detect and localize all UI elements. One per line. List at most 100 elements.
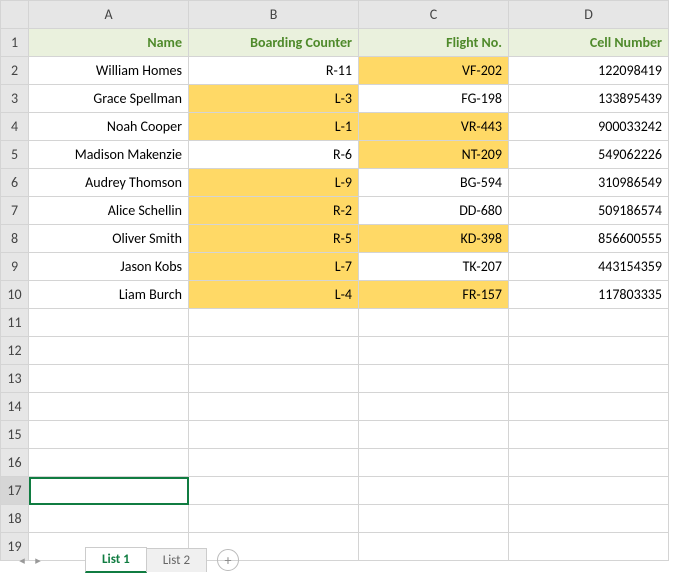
cell-flight[interactable]: VR-443	[359, 113, 509, 141]
empty-cell[interactable]	[29, 365, 189, 393]
column-header-c[interactable]: C	[359, 1, 509, 29]
empty-cell[interactable]	[29, 337, 189, 365]
cell-cell[interactable]: 549062226	[509, 141, 669, 169]
cell-cell[interactable]: 310986549	[509, 169, 669, 197]
cell-name[interactable]: William Homes	[29, 57, 189, 85]
cell-counter[interactable]: L-4	[189, 281, 359, 309]
cell-counter[interactable]: L-7	[189, 253, 359, 281]
cell-counter[interactable]: R-6	[189, 141, 359, 169]
empty-cell[interactable]	[189, 421, 359, 449]
column-header-a[interactable]: A	[29, 1, 189, 29]
empty-cell[interactable]	[189, 365, 359, 393]
empty-cell[interactable]	[359, 533, 509, 561]
cell-flight[interactable]: VF-202	[359, 57, 509, 85]
empty-cell[interactable]	[189, 477, 359, 505]
nav-prev-icon[interactable]: ◂	[14, 552, 30, 568]
empty-cell[interactable]	[189, 337, 359, 365]
empty-cell[interactable]	[509, 449, 669, 477]
empty-cell[interactable]	[189, 505, 359, 533]
row-header[interactable]: 18	[1, 505, 29, 533]
row-header[interactable]: 4	[1, 113, 29, 141]
header-counter[interactable]: Boarding Counter	[189, 29, 359, 57]
cell-cell[interactable]: 509186574	[509, 197, 669, 225]
cell-cell[interactable]: 117803335	[509, 281, 669, 309]
row-header[interactable]: 13	[1, 365, 29, 393]
tab-list1[interactable]: List 1	[85, 547, 147, 573]
row-header[interactable]: 7	[1, 197, 29, 225]
cell-name[interactable]: Grace Spellman	[29, 85, 189, 113]
row-header[interactable]: 11	[1, 309, 29, 337]
empty-cell[interactable]	[189, 309, 359, 337]
cell-counter[interactable]: L-9	[189, 169, 359, 197]
empty-cell[interactable]	[359, 449, 509, 477]
empty-cell[interactable]	[189, 449, 359, 477]
cell-name[interactable]: Oliver Smith	[29, 225, 189, 253]
empty-cell[interactable]	[359, 505, 509, 533]
cell-flight[interactable]: NT-209	[359, 141, 509, 169]
row-header[interactable]: 15	[1, 421, 29, 449]
row-header[interactable]: 1	[1, 29, 29, 57]
cell-name[interactable]: Liam Burch	[29, 281, 189, 309]
cell-counter[interactable]: R-11	[189, 57, 359, 85]
empty-cell[interactable]	[509, 337, 669, 365]
cell-flight[interactable]: FG-198	[359, 85, 509, 113]
cell-cell[interactable]: 856600555	[509, 225, 669, 253]
tab-list2[interactable]: List 2	[146, 548, 207, 572]
cell-counter[interactable]: R-2	[189, 197, 359, 225]
cell-name[interactable]: Audrey Thomson	[29, 169, 189, 197]
row-header[interactable]: 3	[1, 85, 29, 113]
column-header-d[interactable]: D	[509, 1, 669, 29]
add-sheet-button[interactable]: +	[217, 549, 239, 571]
empty-cell[interactable]	[359, 365, 509, 393]
empty-cell[interactable]	[29, 477, 189, 505]
cell-counter[interactable]: L-1	[189, 113, 359, 141]
cell-flight[interactable]: FR-157	[359, 281, 509, 309]
empty-cell[interactable]	[359, 337, 509, 365]
empty-cell[interactable]	[29, 309, 189, 337]
empty-cell[interactable]	[509, 421, 669, 449]
cell-name[interactable]: Madison Makenzie	[29, 141, 189, 169]
empty-cell[interactable]	[359, 309, 509, 337]
row-header[interactable]: 12	[1, 337, 29, 365]
empty-cell[interactable]	[509, 533, 669, 561]
empty-cell[interactable]	[29, 449, 189, 477]
cell-counter[interactable]: L-3	[189, 85, 359, 113]
column-header-b[interactable]: B	[189, 1, 359, 29]
empty-cell[interactable]	[359, 421, 509, 449]
header-name[interactable]: Name	[29, 29, 189, 57]
cell-flight[interactable]: TK-207	[359, 253, 509, 281]
nav-next-icon[interactable]: ▸	[30, 552, 46, 568]
row-header[interactable]: 17	[1, 477, 29, 505]
cell-cell[interactable]: 122098419	[509, 57, 669, 85]
cell-counter[interactable]: R-5	[189, 225, 359, 253]
empty-cell[interactable]	[359, 477, 509, 505]
empty-cell[interactable]	[29, 393, 189, 421]
header-flight[interactable]: Flight No.	[359, 29, 509, 57]
empty-cell[interactable]	[189, 393, 359, 421]
row-header[interactable]: 16	[1, 449, 29, 477]
row-header[interactable]: 5	[1, 141, 29, 169]
cell-cell[interactable]: 443154359	[509, 253, 669, 281]
cell-flight[interactable]: BG-594	[359, 169, 509, 197]
empty-cell[interactable]	[509, 393, 669, 421]
cell-cell[interactable]: 133895439	[509, 85, 669, 113]
select-all-cell[interactable]	[1, 1, 29, 29]
empty-cell[interactable]	[29, 421, 189, 449]
cell-name[interactable]: Alice Schellin	[29, 197, 189, 225]
row-header[interactable]: 8	[1, 225, 29, 253]
cell-cell[interactable]: 900033242	[509, 113, 669, 141]
header-cell[interactable]: Cell Number	[509, 29, 669, 57]
row-header[interactable]: 9	[1, 253, 29, 281]
empty-cell[interactable]	[509, 477, 669, 505]
empty-cell[interactable]	[509, 505, 669, 533]
row-header[interactable]: 14	[1, 393, 29, 421]
spreadsheet-grid[interactable]: ABCD 1NameBoarding CounterFlight No.Cell …	[0, 0, 669, 561]
empty-cell[interactable]	[509, 309, 669, 337]
row-header[interactable]: 10	[1, 281, 29, 309]
cell-name[interactable]: Jason Kobs	[29, 253, 189, 281]
cell-name[interactable]: Noah Cooper	[29, 113, 189, 141]
empty-cell[interactable]	[359, 393, 509, 421]
empty-cell[interactable]	[509, 365, 669, 393]
row-header[interactable]: 2	[1, 57, 29, 85]
cell-flight[interactable]: KD-398	[359, 225, 509, 253]
